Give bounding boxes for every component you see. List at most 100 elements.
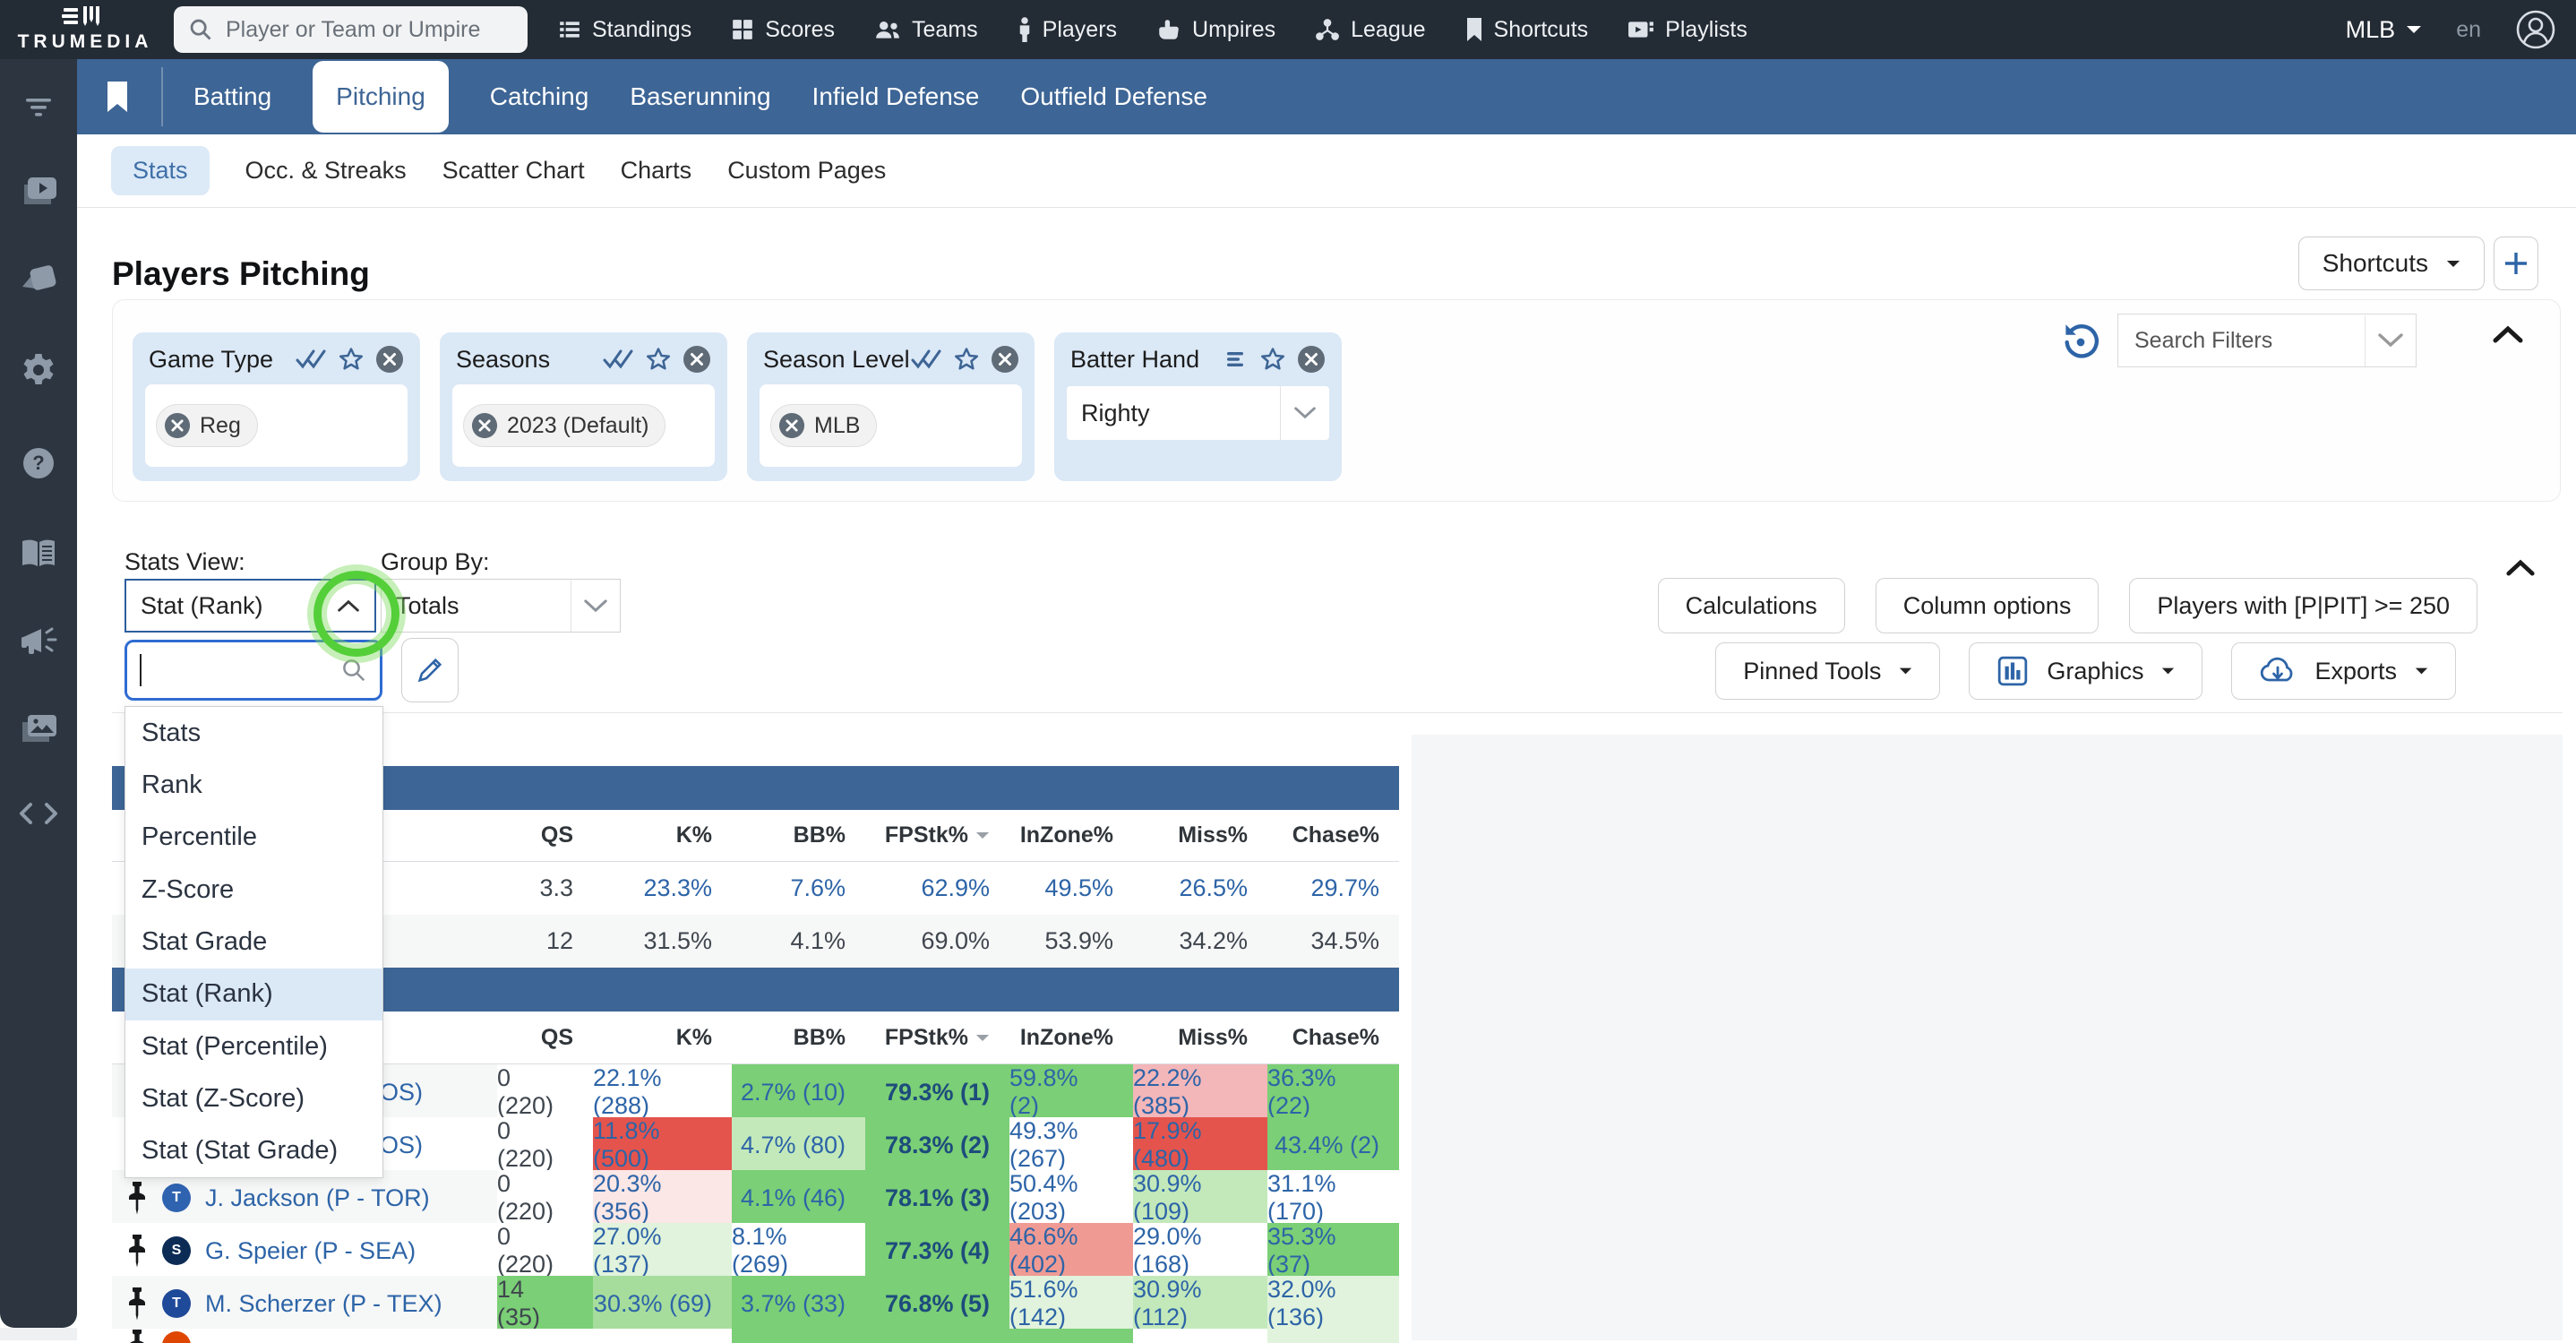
- stats-view-option-z-score[interactable]: Z-Score: [125, 864, 382, 916]
- column-header-bb[interactable]: BB%: [732, 1012, 865, 1063]
- pinned-tools-button[interactable]: Pinned Tools: [1715, 642, 1941, 700]
- stat-cell[interactable]: 29.0% (168): [1133, 1223, 1267, 1278]
- remove-icon[interactable]: [1297, 345, 1326, 374]
- sidebar-megaphone-icon[interactable]: [18, 625, 59, 658]
- stat-cell[interactable]: 29.7%: [1267, 862, 1399, 915]
- stat-cell[interactable]: 43.4% (2): [1267, 1117, 1399, 1173]
- stat-cell[interactable]: 51.6% (142): [1009, 1276, 1133, 1331]
- calculations-button[interactable]: Calculations: [1657, 578, 1845, 633]
- column-header-fpstk[interactable]: FPStk%: [865, 810, 1009, 861]
- league-switcher[interactable]: MLB: [2346, 16, 2423, 44]
- stats-view-option-stat-rank[interactable]: Stat (Rank): [125, 968, 382, 1020]
- menu-lines-icon[interactable]: [1225, 349, 1249, 369]
- stat-cell[interactable]: 46.6% (402): [1009, 1223, 1133, 1278]
- column-header-chase[interactable]: Chase%: [1267, 810, 1399, 861]
- column-header-inzone[interactable]: InZone%: [1009, 1012, 1133, 1063]
- stat-cell[interactable]: 76.8% (5): [865, 1276, 1009, 1331]
- top-nav-league[interactable]: League: [1315, 17, 1426, 43]
- sidebar-code-icon[interactable]: [18, 801, 59, 826]
- section-tab-outfield-defense[interactable]: Outfield Defense: [1020, 82, 1207, 111]
- stat-cell[interactable]: 35.3% (37): [1267, 1223, 1399, 1278]
- language-label[interactable]: en: [2456, 17, 2481, 43]
- filter-chip-2023-default[interactable]: 2023 (Default): [463, 404, 666, 447]
- stat-cell[interactable]: 30.9% (109): [1133, 1170, 1267, 1226]
- column-header-qs[interactable]: QS: [497, 1012, 593, 1063]
- page-tab-charts[interactable]: Charts: [621, 157, 692, 185]
- star-icon[interactable]: [1259, 346, 1286, 373]
- sidebar-cards-icon[interactable]: [19, 263, 58, 296]
- stats-view-option-stat-z-score[interactable]: Stat (Z-Score): [125, 1072, 382, 1124]
- stat-cell[interactable]: 36.3% (22): [1267, 1064, 1399, 1120]
- stat-cell[interactable]: 59.8% (2): [1009, 1064, 1133, 1120]
- pin-icon[interactable]: [126, 1234, 148, 1268]
- players-with-p-pit-250-button[interactable]: Players with [P|PIT] >= 250: [2129, 578, 2477, 633]
- sidebar-gallery-icon[interactable]: [19, 713, 58, 745]
- stats-view-option-stats[interactable]: Stats: [125, 707, 382, 759]
- section-tab-batting[interactable]: Batting: [193, 82, 271, 111]
- section-tab-pitching[interactable]: Pitching: [313, 61, 449, 133]
- double-check-icon[interactable]: [602, 348, 634, 371]
- graphics-button[interactable]: Graphics: [1969, 642, 2203, 700]
- page-tab-stats[interactable]: Stats: [111, 146, 210, 195]
- column-header-fpstk[interactable]: FPStk%: [865, 1012, 1009, 1063]
- stats-view-select[interactable]: Stat (Rank): [125, 579, 376, 633]
- stat-cell[interactable]: 8.1% (269): [732, 1223, 865, 1278]
- stat-cell[interactable]: 20.3% (356): [593, 1170, 732, 1226]
- stat-cell[interactable]: 50.4% (203): [1009, 1170, 1133, 1226]
- stats-view-search-input[interactable]: [142, 655, 340, 685]
- player-name-link[interactable]: J. Jackson (P - TOR): [205, 1184, 430, 1212]
- pin-icon[interactable]: [126, 1329, 148, 1343]
- star-icon[interactable]: [338, 346, 365, 373]
- sidebar-filter-icon[interactable]: [21, 93, 56, 120]
- collapse-controls-chevron-up-icon[interactable]: [2505, 557, 2536, 578]
- sidebar-gear-icon[interactable]: [20, 351, 57, 389]
- stat-cell[interactable]: 77.3% (4): [865, 1223, 1009, 1278]
- stat-cell[interactable]: [1133, 1329, 1267, 1343]
- global-search-input[interactable]: [224, 15, 513, 44]
- stat-cell[interactable]: [1267, 1329, 1399, 1343]
- column-header-miss[interactable]: Miss%: [1133, 810, 1267, 861]
- section-tab-infield-defense[interactable]: Infield Defense: [812, 82, 980, 111]
- stats-view-option-stat-percentile[interactable]: Stat (Percentile): [125, 1020, 382, 1072]
- stat-cell[interactable]: 31.1% (170): [1267, 1170, 1399, 1226]
- shortcuts-button[interactable]: Shortcuts: [2297, 237, 2485, 290]
- stat-cell[interactable]: 3.7% (33): [732, 1276, 865, 1331]
- page-tab-occ-streaks[interactable]: Occ. & Streaks: [245, 157, 407, 185]
- column-header-k[interactable]: K%: [593, 1012, 732, 1063]
- column-header-bb[interactable]: BB%: [732, 810, 865, 861]
- player-name-link[interactable]: M. Scherzer (P - TEX): [205, 1290, 442, 1318]
- sidebar-video-playlist-icon[interactable]: [19, 176, 58, 208]
- column-header-k[interactable]: K%: [593, 810, 732, 861]
- stat-cell[interactable]: 11.8% (500): [593, 1117, 732, 1173]
- exports-button[interactable]: Exports: [2231, 642, 2456, 700]
- stat-cell[interactable]: 17.9% (480): [1133, 1117, 1267, 1173]
- column-header-inzone[interactable]: InZone%: [1009, 810, 1133, 861]
- stat-cell[interactable]: 26.5%: [1133, 862, 1267, 915]
- column-options-button[interactable]: Column options: [1875, 578, 2099, 633]
- stat-cell[interactable]: [593, 1329, 732, 1343]
- sidebar-book-icon[interactable]: [19, 538, 58, 570]
- filter-chip-mlb[interactable]: MLB: [770, 404, 878, 447]
- history-icon[interactable]: [2060, 322, 2101, 363]
- stat-cell[interactable]: 22.2% (385): [1133, 1064, 1267, 1120]
- page-tab-custom-pages[interactable]: Custom Pages: [727, 157, 886, 185]
- remove-icon[interactable]: [375, 345, 404, 374]
- stat-cell[interactable]: 78.1% (3): [865, 1170, 1009, 1226]
- stats-view-option-percentile[interactable]: Percentile: [125, 812, 382, 864]
- double-check-icon[interactable]: [295, 348, 327, 371]
- group-by-select[interactable]: Totals: [381, 579, 621, 633]
- search-filters-select[interactable]: Search Filters: [2117, 314, 2417, 367]
- section-tab-baserunning[interactable]: Baserunning: [630, 82, 770, 111]
- stat-cell[interactable]: 49.3% (267): [1009, 1117, 1133, 1173]
- column-header-miss[interactable]: Miss%: [1133, 1012, 1267, 1063]
- column-header-chase[interactable]: Chase%: [1267, 1012, 1399, 1063]
- pin-icon[interactable]: [126, 1181, 148, 1215]
- stat-cell[interactable]: [1009, 1329, 1133, 1343]
- stat-cell[interactable]: 49.5%: [1009, 862, 1133, 915]
- stat-cell[interactable]: 79.3% (1): [865, 1064, 1009, 1120]
- stat-cell[interactable]: 27.0% (137): [593, 1223, 732, 1278]
- stats-view-search[interactable]: [125, 640, 382, 701]
- stat-cell[interactable]: 78.3% (2): [865, 1117, 1009, 1173]
- filter-select-batter-hand[interactable]: Righty: [1067, 386, 1329, 440]
- bookmark-icon[interactable]: [106, 82, 129, 112]
